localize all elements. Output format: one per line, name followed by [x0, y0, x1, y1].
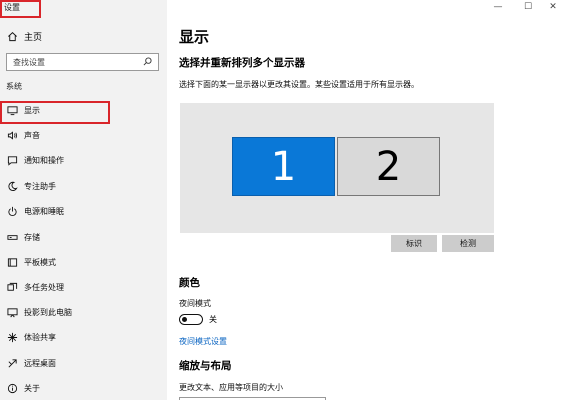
multitask-icon [6, 281, 18, 293]
rearrange-description: 选择下面的某一显示器以更改其设置。某些设置适用于所有显示器。 [179, 80, 419, 89]
search-input[interactable]: 查找设置 [6, 53, 159, 71]
sidebar-item-tablet-mode[interactable]: 平板模式 [6, 254, 56, 270]
night-light-label: 夜间模式 [179, 299, 211, 308]
info-icon [6, 382, 18, 394]
sidebar-item-shared-experiences[interactable]: 体验共享 [6, 329, 56, 345]
rearrange-heading: 选择并重新排列多个显示器 [179, 57, 305, 69]
sidebar-item-sound[interactable]: 声音 [6, 127, 40, 143]
sidebar-item-label: 体验共享 [24, 332, 56, 342]
display-arrangement-area: 1 2 [180, 103, 494, 233]
night-light-toggle-row: 关 [179, 313, 217, 326]
sidebar-item-project-to-pc[interactable]: 投影到此电脑 [6, 304, 72, 320]
sidebar-item-storage[interactable]: 存储 [6, 229, 40, 245]
page-title: 显示 [179, 28, 210, 46]
sidebar-item-label: 通知和操作 [24, 155, 64, 165]
share-icon [6, 331, 18, 343]
scale-description: 更改文本、应用等项目的大小 [179, 383, 283, 392]
tablet-icon [6, 256, 18, 268]
sidebar-item-label: 投影到此电脑 [24, 307, 72, 317]
search-icon [143, 56, 152, 68]
storage-icon [6, 231, 18, 243]
toggle-knob [182, 316, 187, 322]
identify-button[interactable]: 标识 [391, 235, 437, 252]
sidebar: 设置 主页 查找设置 系统 显示 声音 通知和操作 专注助手 电源和睡眠 存储 [0, 0, 167, 400]
sidebar-item-label: 专注助手 [24, 181, 56, 191]
sidebar-home-label: 主页 [24, 32, 43, 43]
sidebar-item-about[interactable]: 关于 [6, 380, 40, 396]
sidebar-item-display[interactable]: 显示 [6, 102, 40, 118]
speaker-icon [6, 129, 18, 141]
sidebar-item-label: 远程桌面 [24, 358, 56, 368]
sidebar-item-multitasking[interactable]: 多任务处理 [6, 279, 64, 295]
remote-icon [6, 357, 18, 369]
sidebar-item-label: 多任务处理 [24, 282, 64, 292]
sidebar-item-label: 电源和睡眠 [24, 206, 64, 216]
main-content: — ☐ ✕ 显示 选择并重新排列多个显示器 选择下面的某一显示器以更改其设置。某… [167, 0, 565, 400]
maximize-button[interactable]: ☐ [516, 0, 540, 14]
sidebar-item-label: 关于 [24, 383, 40, 393]
sidebar-item-notifications[interactable]: 通知和操作 [6, 152, 64, 168]
moon-icon [6, 180, 18, 192]
sidebar-section-label: 系统 [6, 82, 22, 91]
power-icon [6, 205, 18, 217]
detect-button[interactable]: 检测 [442, 235, 494, 252]
sidebar-item-remote-desktop[interactable]: 远程桌面 [6, 355, 56, 371]
monitor-2[interactable]: 2 [337, 137, 440, 196]
sidebar-item-label: 声音 [24, 130, 40, 140]
sidebar-item-focus-assist[interactable]: 专注助手 [6, 178, 56, 194]
minimize-button[interactable]: — [486, 0, 510, 14]
sidebar-item-label: 存储 [24, 232, 40, 242]
sidebar-item-power[interactable]: 电源和睡眠 [6, 203, 64, 219]
close-button[interactable]: ✕ [541, 0, 565, 14]
title-highlight-box [0, 0, 41, 18]
sidebar-item-label: 显示 [24, 105, 40, 115]
night-light-toggle[interactable] [179, 314, 203, 325]
home-icon [6, 30, 18, 42]
sidebar-home[interactable]: 主页 [6, 28, 42, 44]
monitor-1[interactable]: 1 [232, 137, 335, 196]
color-heading: 颜色 [179, 277, 200, 289]
search-placeholder: 查找设置 [13, 57, 45, 67]
scale-heading: 缩放与布局 [179, 360, 232, 372]
monitor-icon [6, 104, 18, 116]
sidebar-item-label: 平板模式 [24, 257, 56, 267]
night-light-state: 关 [209, 315, 217, 324]
night-light-settings-link[interactable]: 夜间模式设置 [179, 336, 227, 347]
notification-icon [6, 154, 18, 166]
project-icon [6, 306, 18, 318]
